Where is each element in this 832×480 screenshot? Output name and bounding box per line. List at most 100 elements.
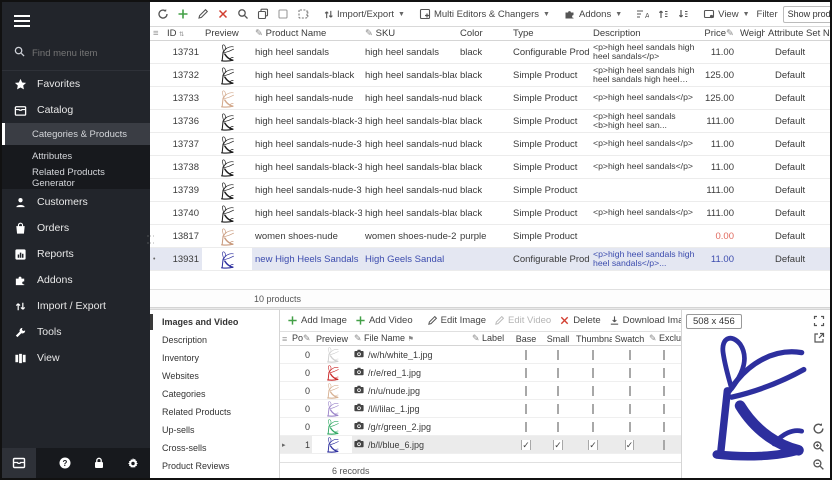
- sidebar-item-catalog[interactable]: Catalog: [2, 97, 150, 123]
- category-filter-select[interactable]: Show products from selected categories▼: [783, 6, 832, 23]
- edit-product-button[interactable]: [194, 6, 212, 22]
- checkbox-thumbnail[interactable]: [592, 368, 594, 378]
- add-video-button[interactable]: Add Video: [352, 313, 416, 328]
- store-icon[interactable]: [2, 448, 36, 478]
- checkbox-swatch[interactable]: [629, 368, 631, 378]
- checkbox-swatch[interactable]: [629, 386, 631, 396]
- checkbox-exclude[interactable]: [663, 422, 665, 432]
- sidebar-item-reports[interactable]: Reports: [2, 241, 150, 267]
- product-row-13737[interactable]: 13737 high heel sandals-nude-36high heel…: [150, 133, 830, 156]
- tab-up-sells[interactable]: Up-sells: [150, 421, 279, 439]
- search-button[interactable]: [234, 6, 252, 22]
- image-row-4[interactable]: 0 /g/r/green_2.jpg: [280, 418, 681, 436]
- help-icon[interactable]: ?: [48, 448, 82, 478]
- checkbox-small[interactable]: ✓: [553, 440, 563, 450]
- download-image-button[interactable]: Download Image: [606, 313, 681, 328]
- product-row-13931[interactable]: •13931 new High Heels SandalsHigh Geels …: [150, 248, 830, 271]
- multi-editors-dropdown[interactable]: Multi Editors & Changers▼: [416, 6, 553, 22]
- tab-cross-sells[interactable]: Cross-sells: [150, 439, 279, 457]
- copy-button[interactable]: [254, 6, 272, 22]
- zoom-in-icon[interactable]: [812, 440, 825, 456]
- sidebar-item-attributes[interactable]: Attributes: [2, 145, 150, 167]
- product-row-13736[interactable]: 13736 high heel sandals-black-36high hee…: [150, 110, 830, 133]
- checkbox-thumbnail[interactable]: [592, 404, 594, 414]
- splitter-handle[interactable]: ⋮⋮: [149, 232, 152, 246]
- image-size-box[interactable]: 508 x 456: [686, 314, 742, 329]
- sort-asc-button[interactable]: [654, 6, 672, 22]
- product-row-13740[interactable]: 13740 high heel sandals-black-38high hee…: [150, 202, 830, 225]
- view-dropdown[interactable]: View▼: [700, 6, 752, 22]
- sidebar-item-categories-products[interactable]: Categories & Products: [2, 123, 150, 145]
- checkbox-base[interactable]: [525, 350, 527, 360]
- open-external-icon[interactable]: [813, 332, 825, 347]
- product-row-13817[interactable]: 13817 women shoes-nudewomen shoes-nude-2…: [150, 225, 830, 248]
- sidebar-item-view[interactable]: View: [2, 345, 150, 371]
- checkbox-thumbnail[interactable]: [592, 350, 594, 360]
- checkbox-exclude[interactable]: [663, 404, 665, 414]
- addons-dropdown[interactable]: Addons▼: [561, 6, 625, 22]
- hamburger-menu-icon[interactable]: [2, 2, 150, 38]
- checkbox-small[interactable]: [557, 386, 559, 396]
- tab-websites[interactable]: Websites: [150, 367, 279, 385]
- menu-search-input[interactable]: [32, 48, 132, 59]
- image-row-0[interactable]: 0 /w/h/white_1.jpg: [280, 346, 681, 364]
- checkbox-base[interactable]: [525, 386, 527, 396]
- sidebar-item-tools[interactable]: Tools: [2, 319, 150, 345]
- checkbox-thumbnail[interactable]: [592, 422, 594, 432]
- checkbox-swatch[interactable]: [629, 422, 631, 432]
- row-selector[interactable]: ▸: [280, 441, 290, 449]
- checkbox-exclude[interactable]: [663, 350, 665, 360]
- checkbox-base[interactable]: [525, 422, 527, 432]
- sidebar-search[interactable]: [2, 38, 150, 71]
- row-selector[interactable]: •: [150, 256, 164, 263]
- checkbox-base[interactable]: ✓: [521, 440, 531, 450]
- zoom-out-icon[interactable]: [812, 458, 825, 474]
- import-export-dropdown[interactable]: Import/Export▼: [320, 7, 408, 22]
- sort-az-button[interactable]: A: [633, 6, 652, 22]
- select-button[interactable]: [274, 6, 292, 22]
- sort-desc-button[interactable]: [674, 6, 692, 22]
- sidebar-item-customers[interactable]: Customers: [2, 189, 150, 215]
- product-row-13732[interactable]: 13732 high heel sandals-blackhigh heel s…: [150, 64, 830, 87]
- lock-icon[interactable]: [82, 448, 116, 478]
- image-row-1[interactable]: 0 /r/e/red_1.jpg: [280, 364, 681, 382]
- refresh-button[interactable]: [154, 6, 172, 22]
- image-row-3[interactable]: 0 /l/i/lilac_1.jpg: [280, 400, 681, 418]
- add-image-button[interactable]: Add Image: [284, 313, 350, 328]
- product-row-13731[interactable]: 13731 high heel sandalshigh heel sandals…: [150, 41, 830, 64]
- checkbox-small[interactable]: [557, 350, 559, 360]
- product-row-13739[interactable]: 13739 high heel sandals-nude-37high heel…: [150, 179, 830, 202]
- product-row-13733[interactable]: 13733 high heel sandals-nudehigh heel sa…: [150, 87, 830, 110]
- sidebar-item-import-export[interactable]: Import / Export: [2, 293, 150, 319]
- checkbox-base[interactable]: [525, 368, 527, 378]
- tab-images-and-video[interactable]: Images and Video: [150, 313, 279, 331]
- checkbox-exclude[interactable]: [663, 386, 665, 396]
- images-grid-header[interactable]: ≡ Po✎ Preview ✎ File Name ⚑ ✎ Label Base…: [280, 332, 681, 346]
- tab-categories[interactable]: Categories: [150, 385, 279, 403]
- checkbox-base[interactable]: [525, 404, 527, 414]
- checkbox-swatch[interactable]: ✓: [625, 440, 635, 450]
- sidebar-item-related-products-generator[interactable]: Related Products Generator: [2, 167, 150, 189]
- sidebar-item-favorites[interactable]: Favorites: [2, 71, 150, 97]
- delete-image-button[interactable]: Delete: [556, 313, 603, 328]
- tab-description[interactable]: Description: [150, 331, 279, 349]
- image-row-5[interactable]: ▸1 /b/l/blue_6.jpg✓✓✓✓: [280, 436, 681, 454]
- product-row-13738[interactable]: 13738 high heel sandals-black-37high hee…: [150, 156, 830, 179]
- edit-video-button[interactable]: Edit Video: [491, 313, 554, 328]
- image-row-2[interactable]: 0 /n/u/nude.jpg: [280, 382, 681, 400]
- tab-related-products[interactable]: Related Products: [150, 403, 279, 421]
- delete-product-button[interactable]: [214, 6, 232, 22]
- checkbox-exclude[interactable]: [663, 440, 665, 450]
- add-product-button[interactable]: [174, 6, 192, 22]
- checkbox-exclude[interactable]: [663, 368, 665, 378]
- rotate-icon[interactable]: [812, 422, 825, 438]
- settings-gear-icon[interactable]: [116, 448, 150, 478]
- checkbox-swatch[interactable]: [629, 350, 631, 360]
- edit-image-button[interactable]: Edit Image: [424, 313, 489, 328]
- checkbox-swatch[interactable]: [629, 404, 631, 414]
- tab-inventory[interactable]: Inventory: [150, 349, 279, 367]
- paste-button[interactable]: [294, 6, 312, 22]
- sidebar-item-orders[interactable]: Orders: [2, 215, 150, 241]
- products-grid-header[interactable]: ≡ ID ⇅ Preview ✎ Product Name ✎ SKU Colo…: [150, 27, 830, 41]
- checkbox-small[interactable]: [557, 422, 559, 432]
